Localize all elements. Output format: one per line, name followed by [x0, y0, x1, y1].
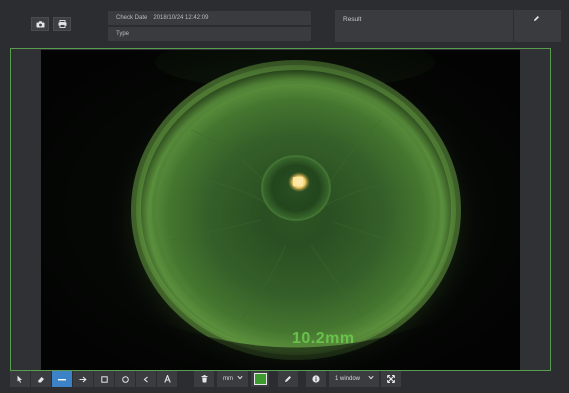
- brush-icon: [285, 376, 291, 382]
- delete-button[interactable]: [194, 371, 214, 387]
- arrow-right-icon: [79, 376, 87, 382]
- print-icon: [58, 20, 66, 28]
- camera-icon: [36, 20, 44, 27]
- fullscreen-button[interactable]: [381, 371, 401, 387]
- result-divider: [513, 10, 514, 42]
- window-layout-select[interactable]: 1 window: [329, 371, 379, 387]
- unit-value: mm: [223, 376, 233, 382]
- measurement-label: 10.2mm: [292, 330, 355, 347]
- type-field: Type: [108, 27, 311, 41]
- line-icon: [58, 378, 66, 380]
- eraser-tool-button[interactable]: [31, 371, 51, 387]
- color-swatch: [253, 373, 267, 385]
- unit-select[interactable]: mm: [217, 371, 248, 387]
- angle-tool-button[interactable]: [136, 371, 156, 387]
- eye-image[interactable]: 10.2mm: [41, 50, 520, 370]
- chevron-down-icon: [237, 375, 243, 380]
- info-button[interactable]: [306, 371, 326, 387]
- color-picker-button[interactable]: [251, 371, 269, 387]
- result-panel: Result: [335, 10, 561, 42]
- check-date-value: 2018/10/24 12:42:09: [153, 15, 209, 21]
- text-icon: [163, 375, 171, 383]
- circle-tool-button[interactable]: [115, 371, 135, 387]
- expand-icon: [387, 375, 395, 383]
- pointer-tool-button[interactable]: [10, 371, 30, 387]
- image-viewer[interactable]: 10.2mm: [10, 48, 551, 371]
- eraser-icon: [38, 376, 44, 382]
- arrow-tool-button[interactable]: [73, 371, 93, 387]
- header-bar: Check Date 2018/10/24 12:42:09 Type Resu…: [0, 0, 569, 46]
- trash-icon: [201, 375, 207, 383]
- check-date-label: Check Date: [116, 15, 148, 21]
- cursor-icon: [17, 375, 22, 383]
- angle-icon: [143, 376, 148, 382]
- check-date-field: Check Date 2018/10/24 12:42:09: [108, 11, 311, 25]
- pencil-icon: [533, 15, 539, 21]
- info-icon: [312, 375, 320, 383]
- line-tool-button[interactable]: [52, 371, 72, 387]
- edit-result-button[interactable]: [531, 13, 541, 23]
- annotation-toolbar: mm 1 window: [10, 371, 405, 387]
- line-width-button[interactable]: [278, 371, 298, 387]
- result-label: Result: [343, 16, 362, 23]
- capture-button[interactable]: [31, 17, 49, 31]
- type-label: Type: [116, 31, 130, 37]
- print-button[interactable]: [53, 17, 71, 31]
- circle-icon: [121, 375, 129, 383]
- chevron-down-icon: [368, 375, 374, 380]
- fluorescein-eye-image: [41, 50, 520, 370]
- rectangle-tool-button[interactable]: [94, 371, 114, 387]
- text-tool-button[interactable]: [157, 371, 177, 387]
- rectangle-icon: [100, 375, 108, 383]
- window-layout-value: 1 window: [335, 376, 361, 382]
